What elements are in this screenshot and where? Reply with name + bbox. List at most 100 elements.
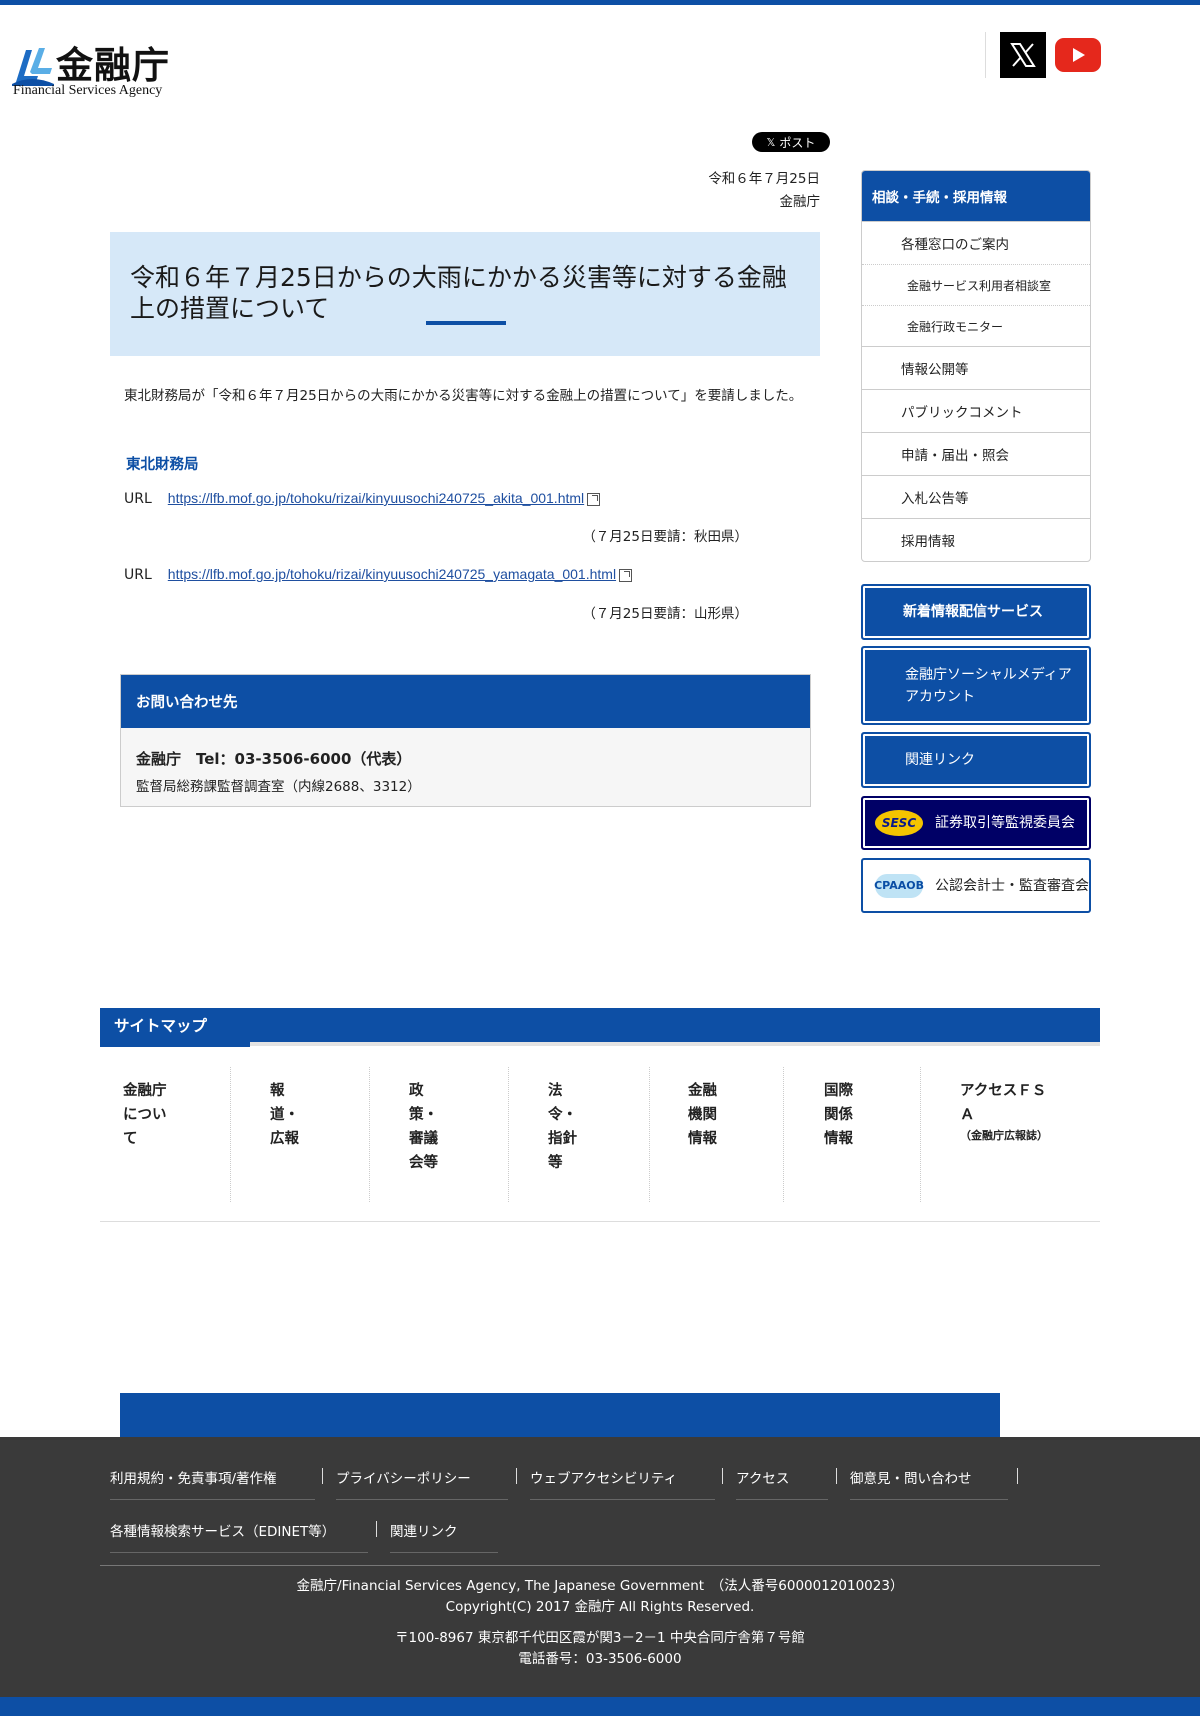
sidebar-menu-heading: 相談・手続・採用情報: [862, 171, 1090, 221]
publish-date: 令和６年７月25日: [708, 171, 820, 187]
sidebar-item-consumer-desk[interactable]: 金融サービス利用者相談室: [862, 264, 1090, 305]
sitemap-col-line: て: [123, 1131, 138, 1147]
footer-rule: [100, 1565, 1100, 1566]
youtube-icon: [1073, 48, 1085, 62]
related-links-button[interactable]: 関連リンク: [861, 732, 1091, 788]
sesc-label: 証券取引等監視委員会: [935, 815, 1075, 831]
social-media-label-1: 金融庁ソーシャルメディア: [905, 666, 1072, 683]
page-title-box: 令和６年７月25日からの大雨にかかる災害等に対する金融上の措置について: [110, 232, 820, 356]
date-block: 令和６年７月25日 金融庁: [708, 168, 820, 214]
footer-link-accessibility[interactable]: ウェブアクセシビリティ: [530, 1467, 715, 1500]
fsa-logo[interactable]: 金融庁 Financial Services Agency: [12, 44, 182, 104]
x-small-icon: 𝕏: [766, 135, 776, 149]
sitemap-col-line: 会等: [409, 1155, 438, 1171]
url-link-yamagata[interactable]: https://lfb.mof.go.jp/tohoku/rizai/kinyu…: [168, 566, 616, 582]
logo-text-en: Financial Services Agency: [13, 83, 163, 98]
sitemap-col-international[interactable]: 国際 関係 情報: [824, 1067, 921, 1202]
sitemap-col-line: アクセスＦＳ: [960, 1083, 1047, 1099]
url-row-akita: URL https://lfb.mof.go.jp/tohoku/rizai/k…: [124, 490, 601, 507]
external-link-icon: [619, 568, 633, 582]
footer-bottom-bar: [0, 1697, 1200, 1716]
sitemap-col-access-fsa[interactable]: アクセスＦＳ Ａ （金融庁広報誌）: [960, 1067, 1090, 1202]
sitemap-col-line: 報: [270, 1083, 285, 1099]
url-label: URL: [124, 566, 152, 583]
sidebar-item-recruitment[interactable]: 採用情報: [862, 518, 1090, 561]
x-icon: [1010, 43, 1036, 67]
contact-heading: お問い合わせ先: [121, 675, 810, 728]
footer-separator: [322, 1468, 323, 1484]
footer-link-privacy[interactable]: プライバシーポリシー: [336, 1467, 508, 1500]
sesc-button[interactable]: SESC 証券取引等監視委員会: [861, 796, 1091, 850]
sitemap-col-line: 情報: [824, 1131, 853, 1147]
sitemap-col-press[interactable]: 報 道・ 広報: [270, 1067, 370, 1202]
sidebar-item-admin-monitor[interactable]: 金融行政モニター: [862, 305, 1090, 346]
footer-top-tab: [120, 1393, 1000, 1440]
footer-separator: [1017, 1468, 1018, 1484]
social-media-button[interactable]: 金融庁ソーシャルメディア アカウント: [861, 646, 1091, 725]
contact-phone: 金融庁 Tel：03-3506-6000（代表）: [136, 750, 412, 768]
logo-text-ja: 金融庁: [56, 43, 170, 87]
sitemap-col-line: 等: [548, 1155, 563, 1171]
sitemap-col-line: 政: [409, 1083, 424, 1099]
footer-link-terms[interactable]: 利用規約・免責事項/著作権: [110, 1467, 315, 1500]
section-heading: 東北財務局: [126, 457, 199, 473]
title-underline: [426, 321, 506, 325]
sitemap-col-line: 情報: [688, 1131, 717, 1147]
sitemap-col-line: 金融: [688, 1083, 717, 1099]
sidebar-item-disclosure[interactable]: 情報公開等: [862, 346, 1090, 389]
sitemap-col-line: につい: [123, 1107, 167, 1123]
sidebar-item-tenders[interactable]: 入札公告等: [862, 475, 1090, 518]
post-button-label: ポスト: [779, 135, 816, 150]
page-title: 令和６年７月25日からの大雨にかかる災害等に対する金融上の措置について: [130, 263, 787, 323]
url-label: URL: [124, 490, 152, 507]
sitemap-col-line: 国際: [824, 1083, 853, 1099]
footer-separator: [376, 1521, 377, 1537]
sitemap-col-line: 関係: [824, 1107, 853, 1123]
top-accent-bar: [0, 0, 1200, 5]
contact-department: 監督局総務課監督調査室（内線2688、3312）: [136, 779, 421, 795]
sitemap-col-about[interactable]: 金融庁 につい て: [123, 1067, 231, 1202]
cpaaob-button[interactable]: CPAAOB 公認会計士・監査審査会: [861, 858, 1091, 913]
url-note-yamagata: （７月25日要請：山形県）: [582, 606, 748, 622]
footer-link-related[interactable]: 関連リンク: [390, 1520, 498, 1553]
url-row-yamagata: URL https://lfb.mof.go.jp/tohoku/rizai/k…: [124, 566, 633, 583]
sitemap-col-line: 法: [548, 1083, 563, 1099]
news-delivery-button[interactable]: 新着情報配信サービス: [861, 584, 1091, 640]
cpaaob-label: 公認会計士・監査審査会: [935, 877, 1089, 894]
sitemap-col-line: 策・: [409, 1107, 438, 1123]
sesc-logo: SESC: [875, 810, 923, 836]
sitemap-col-institutions[interactable]: 金融 機関 情報: [688, 1067, 784, 1202]
x-link[interactable]: [1000, 32, 1046, 78]
header-divider: [985, 32, 986, 78]
sidebar-item-contact-windows[interactable]: 各種窓口のご案内: [862, 221, 1090, 264]
sitemap-divider: [250, 1042, 1100, 1046]
footer-link-access[interactable]: アクセス: [736, 1467, 828, 1500]
lead-paragraph: 東北財務局が「令和６年７月25日からの大雨にかかる災害等に対する金融上の措置につ…: [124, 388, 803, 404]
url-link-akita[interactable]: https://lfb.mof.go.jp/tohoku/rizai/kinyu…: [168, 490, 584, 506]
sitemap-col-laws[interactable]: 法 令・ 指針 等: [548, 1067, 650, 1202]
sidebar-item-applications[interactable]: 申請・届出・照会: [862, 432, 1090, 475]
x-post-button[interactable]: 𝕏 ポスト: [752, 132, 830, 152]
footer-separator: [722, 1468, 723, 1484]
sitemap-col-subtitle: （金融庁広報誌）: [960, 1129, 1048, 1142]
footer-link-feedback[interactable]: 御意見・問い合わせ: [850, 1467, 1008, 1500]
sitemap-col-line: 広報: [270, 1131, 299, 1147]
youtube-link[interactable]: [1055, 38, 1101, 72]
sidebar-item-public-comment[interactable]: パブリックコメント: [862, 389, 1090, 432]
sitemap-col-line: 道・: [270, 1107, 299, 1123]
cpaaob-logo: CPAAOB: [874, 873, 924, 898]
sitemap-col-line: 金融庁: [123, 1083, 167, 1099]
sitemap-col-line: Ａ: [960, 1107, 975, 1123]
footer-link-edinet[interactable]: 各種情報検索サービス（EDINET等）: [110, 1520, 368, 1553]
sitemap-col-policy[interactable]: 政 策・ 審議 会等: [409, 1067, 509, 1202]
sidebar-menu: 相談・手続・採用情報 各種窓口のご案内 金融サービス利用者相談室 金融行政モニタ…: [861, 170, 1091, 562]
footer-address: 〒100-8967 東京都千代田区霞が関3－2－1 中央合同庁舎第７号館: [395, 1630, 805, 1646]
sitemap-col-line: 令・: [548, 1107, 577, 1123]
sitemap-col-line: 指針: [548, 1131, 577, 1147]
contact-box: お問い合わせ先 金融庁 Tel：03-3506-6000（代表） 監督局総務課監…: [120, 674, 811, 807]
footer-separator: [516, 1468, 517, 1484]
social-media-label-2: アカウント: [905, 688, 975, 705]
sitemap-col-line: 機関: [688, 1107, 717, 1123]
sitemap-bar: サイトマップ: [100, 1008, 1100, 1047]
sitemap-col-line: 審議: [409, 1131, 438, 1147]
